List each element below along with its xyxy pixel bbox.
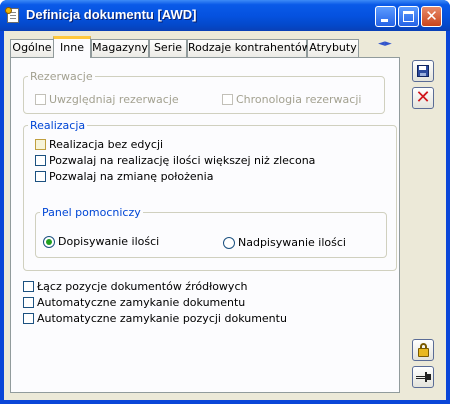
checkbox-box[interactable]	[35, 171, 46, 182]
checkbox-box[interactable]	[35, 94, 46, 105]
close-icon: ✕	[425, 7, 438, 25]
tab-inne[interactable]: Inne	[53, 36, 91, 58]
maximize-icon	[403, 11, 414, 22]
minimize-icon	[381, 19, 388, 22]
checkbox-box[interactable]	[35, 139, 46, 150]
save-button[interactable]	[412, 60, 434, 82]
checkbox-label: Uwzględniaj rezerwacje	[49, 93, 179, 106]
tab-atrybuty[interactable]: Atrybuty	[307, 39, 359, 57]
radio-label: Nadpisywanie ilości	[238, 236, 346, 249]
close-button[interactable]: ✕	[421, 6, 442, 27]
tab-magazyny[interactable]: Magazyny	[91, 39, 149, 57]
rezerwacje-legend: Rezerwacje	[30, 70, 93, 83]
tab-ogolne[interactable]: Ogólne	[10, 39, 54, 57]
cancel-icon: ✕	[415, 87, 431, 108]
window-title: Definicja dokumentu [AWD]	[26, 7, 197, 22]
checkbox-label: Pozwalaj na realizację ilości większej n…	[49, 154, 316, 167]
automatyczne-zamykanie-dokumentu-checkbox[interactable]: Automatyczne zamykanie dokumentu	[23, 296, 245, 309]
pin-button[interactable]	[412, 366, 434, 388]
pin-icon	[416, 372, 431, 382]
radio-label: Dopisywanie ilości	[58, 235, 160, 248]
tab-serie[interactable]: Serie	[149, 39, 187, 57]
radio-button[interactable]	[43, 235, 55, 248]
maximize-button[interactable]	[398, 6, 419, 27]
checkbox-box[interactable]	[222, 94, 233, 105]
dialog-body: Ogólne Inne Magazyny Serie Rodzaje kontr…	[4, 31, 446, 400]
lock-icon	[418, 348, 429, 357]
tab-scroll-arrows[interactable]: ◄►	[378, 39, 400, 53]
automatyczne-zamykanie-pozycji-checkbox[interactable]: Automatyczne zamykanie pozycji dokumentu	[23, 312, 287, 325]
lacz-pozycje-checkbox[interactable]: Łącz pozycje dokumentów źródłowych	[23, 280, 247, 293]
chronologia-rezerwacji-checkbox[interactable]: Chronologia rezerwacji	[222, 93, 361, 106]
checkbox-box[interactable]	[23, 313, 34, 324]
tab-rodzaje-kontrahentow[interactable]: Rodzaje kontrahentów	[187, 39, 311, 57]
pozwalaj-ilosci-wiekszej-checkbox[interactable]: Pozwalaj na realizację ilości większej n…	[35, 154, 315, 167]
rezerwacje-group: Rezerwacje	[23, 70, 385, 114]
title-bar[interactable]: Definicja dokumentu [AWD] ✕	[0, 0, 450, 31]
checkbox-label: Łącz pozycje dokumentów źródłowych	[37, 280, 248, 293]
tab-panel-inne: Rezerwacje Uwzględniaj rezerwacje Chrono…	[10, 57, 400, 393]
lock-button[interactable]	[412, 339, 434, 361]
document-icon	[5, 7, 19, 23]
realizacja-legend: Realizacja	[30, 119, 86, 132]
window: Definicja dokumentu [AWD] ✕ Ogólne Inne …	[0, 0, 450, 404]
checkbox-box[interactable]	[35, 155, 46, 166]
checkbox-box[interactable]	[23, 281, 34, 292]
panel-pomocniczy-legend: Panel pomocniczy	[42, 206, 141, 219]
panel-pomocniczy-group: Panel pomocniczy	[35, 206, 387, 258]
cancel-button[interactable]: ✕	[412, 87, 434, 109]
save-icon	[417, 65, 429, 77]
realizacja-bez-edycji-checkbox[interactable]: Realizacja bez edycji	[35, 138, 163, 151]
uwzgledniaj-rezerwacje-checkbox[interactable]: Uwzględniaj rezerwacje	[35, 93, 179, 106]
dopisywanie-ilosci-radio[interactable]: Dopisywanie ilości	[43, 235, 159, 248]
checkbox-box[interactable]	[23, 297, 34, 308]
minimize-button[interactable]	[375, 6, 396, 27]
nadpisywanie-ilosci-radio[interactable]: Nadpisywanie ilości	[223, 236, 346, 249]
pozwalaj-zmiane-polozenia-checkbox[interactable]: Pozwalaj na zmianę położenia	[35, 170, 213, 183]
checkbox-label: Automatyczne zamykanie pozycji dokumentu	[37, 312, 287, 325]
radio-button[interactable]	[223, 236, 235, 249]
checkbox-label: Chronologia rezerwacji	[236, 93, 362, 106]
checkbox-label: Realizacja bez edycji	[49, 138, 164, 151]
checkbox-label: Pozwalaj na zmianę położenia	[49, 170, 214, 183]
checkbox-label: Automatyczne zamykanie dokumentu	[37, 296, 246, 309]
